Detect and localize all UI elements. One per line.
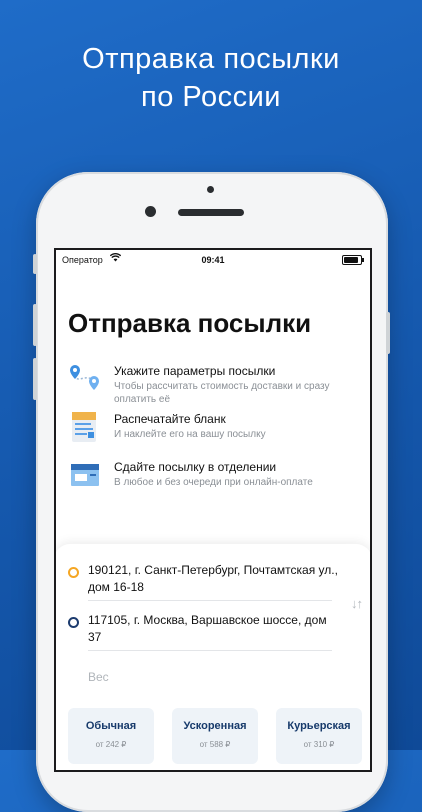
- phone-power-button: [386, 312, 390, 354]
- to-marker-icon: [68, 617, 79, 628]
- option-name: Курьерская: [287, 720, 351, 732]
- step-parameters: Укажите параметры посылки Чтобы рассчита…: [68, 360, 364, 408]
- phone-sensor: [207, 186, 214, 193]
- route-sheet: 190121, г. Санкт-Петербург, Почтамтская …: [56, 544, 370, 770]
- phone-volume-down: [33, 358, 37, 400]
- to-address-text: 117105, г. Москва, Варшавское шоссе, дом…: [88, 613, 327, 644]
- step-subtitle: И наклейте его на вашу посылку: [114, 429, 266, 440]
- step-title: Распечатайте бланк: [114, 412, 226, 426]
- status-bar: Оператор 09:41: [56, 250, 370, 270]
- status-time: 09:41: [201, 255, 225, 265]
- step-title: Сдайте посылку в отделении: [114, 460, 277, 474]
- step-subtitle: Чтобы рассчитать стоимость доставки и ср…: [114, 381, 330, 405]
- phone-volume-up: [33, 304, 37, 346]
- weight-input[interactable]: Вес: [88, 670, 109, 684]
- option-price: от 242 ₽: [95, 740, 127, 749]
- step-title: Укажите параметры посылки: [114, 364, 276, 378]
- address-divider: [88, 600, 332, 601]
- delivery-options: Обычная от 242 ₽ Ускоренная от 588 ₽ Кур…: [68, 708, 362, 768]
- step-print: Распечатайте бланк И наклейте его на ваш…: [68, 408, 364, 456]
- step-subtitle: В любое и без очереди при онлайн-оплате: [114, 477, 313, 488]
- option-price: от 588 ₽: [199, 740, 231, 749]
- step-drop-off: Сдайте посылку в отделении В любое и без…: [68, 456, 364, 504]
- map-pins-icon: [68, 362, 102, 396]
- parcel-icon: [68, 458, 102, 492]
- phone-side-button: [33, 254, 37, 274]
- address-divider: [88, 650, 332, 651]
- swap-addresses-icon[interactable]: ↓↑: [351, 596, 363, 611]
- phone-speaker: [178, 209, 244, 216]
- option-price: от 310 ₽: [303, 740, 335, 749]
- option-courier[interactable]: Курьерская от 310 ₽: [276, 708, 362, 764]
- option-name: Ускоренная: [183, 720, 247, 732]
- from-marker-icon: [68, 567, 79, 578]
- battery-icon: [342, 255, 364, 265]
- headline-line-1: Отправка посылки: [82, 43, 340, 75]
- option-name: Обычная: [85, 720, 137, 732]
- from-address-text: 190121, г. Санкт-Петербург, Почтамтская …: [88, 563, 338, 594]
- steps-list: Укажите параметры посылки Чтобы рассчита…: [68, 360, 364, 504]
- option-standard[interactable]: Обычная от 242 ₽: [68, 708, 154, 764]
- page-title: Отправка посылки: [68, 308, 312, 338]
- promo-headline: Отправка посылки по России: [0, 40, 422, 116]
- front-camera: [145, 206, 156, 217]
- option-express[interactable]: Ускоренная от 588 ₽: [172, 708, 258, 764]
- app-screen: Оператор 09:41 Отправка посылки Укажите …: [54, 248, 372, 772]
- form-icon: [68, 410, 102, 444]
- headline-line-2: по России: [141, 81, 281, 113]
